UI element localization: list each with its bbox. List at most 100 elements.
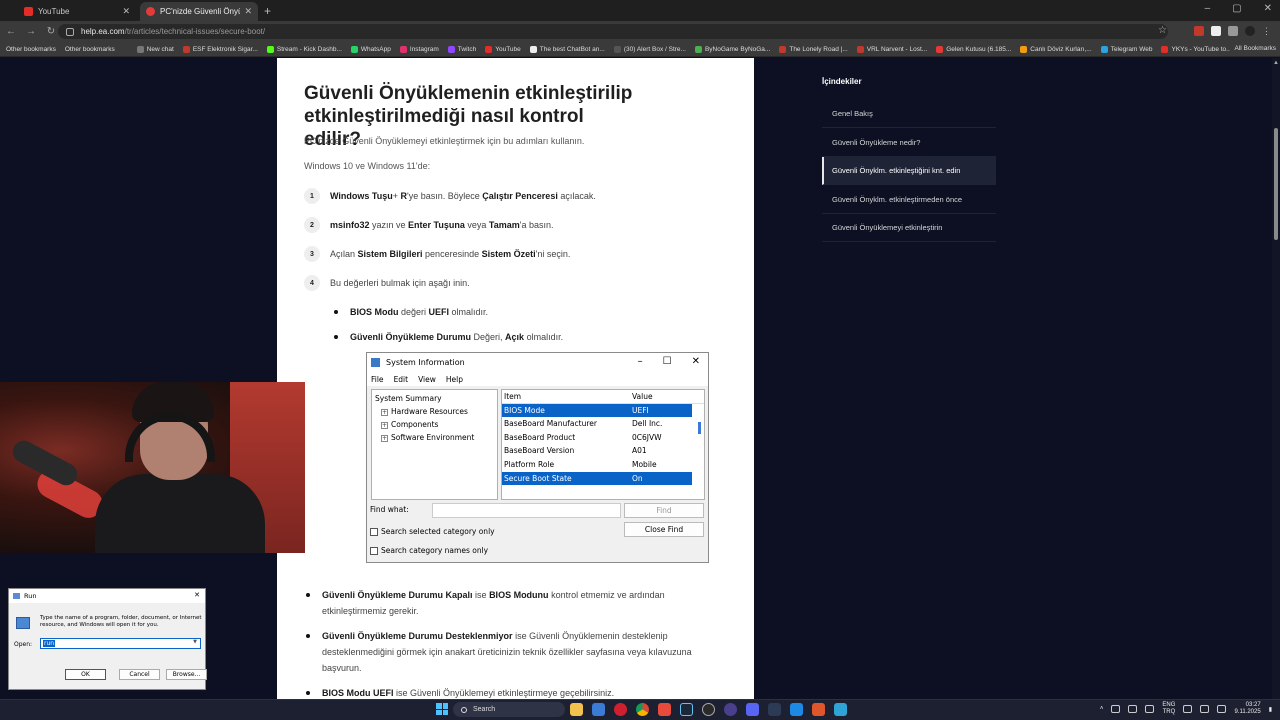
close-icon[interactable]: ✕ — [122, 6, 130, 17]
url-host: help.ea.com — [81, 27, 125, 36]
open-input[interactable]: run ▼ — [40, 638, 201, 649]
tray-icon[interactable] — [1128, 705, 1138, 713]
ok-button[interactable]: OK — [65, 669, 106, 680]
clock[interactable]: 03:27 9.11.2025 — [1234, 702, 1260, 716]
table-row: BaseBoard Product 0C6JVW — [504, 432, 662, 442]
toc-item[interactable]: Güvenli Önyükleme nedir? — [822, 129, 996, 157]
toc-item[interactable]: Genel Bakış — [822, 100, 996, 128]
expand-icon: + — [381, 435, 388, 442]
bookmark-item[interactable]: (30) Alert Box / Stre... — [613, 45, 686, 53]
sysinfo-menubar: File Edit View Help — [367, 372, 708, 386]
extension-icon[interactable] — [1211, 26, 1221, 36]
run-dialog: Run ✕ Type the name of a program, folder… — [8, 588, 207, 690]
battery-icon[interactable] — [1217, 705, 1227, 713]
tray-icon[interactable] — [1145, 705, 1155, 713]
tray-icon[interactable] — [1111, 705, 1121, 713]
window-controls: – ▢ ✕ — [1205, 3, 1272, 14]
bookmark-item[interactable]: The best ChatBot an... — [529, 45, 605, 53]
extension-icon[interactable] — [1194, 26, 1204, 36]
toc-item[interactable]: Güvenli Önyklm. etkinleştiğini knt. edin — [822, 157, 996, 185]
app-icon-active[interactable] — [812, 703, 825, 716]
network-icon[interactable] — [1183, 705, 1193, 713]
app-icon[interactable] — [790, 703, 803, 716]
bookmark-item[interactable]: ByNoGame ByNoGa... — [694, 45, 770, 53]
open-label: Open: — [14, 641, 33, 648]
extensions-puzzle-icon[interactable] — [1228, 26, 1238, 36]
url-field[interactable]: help.ea.com/tr/articles/technical-issues… — [58, 24, 1168, 39]
discord-icon[interactable] — [746, 703, 759, 716]
tab-youtube[interactable]: YouTube ✕ — [18, 2, 136, 21]
app-icon[interactable] — [768, 703, 781, 716]
app-icon[interactable] — [834, 703, 847, 716]
bookmark-item[interactable]: Other bookmarks — [65, 46, 115, 53]
start-button[interactable] — [436, 703, 448, 715]
bookmark-item[interactable]: Instagram — [399, 45, 439, 53]
app-icon[interactable] — [702, 703, 715, 716]
webcam-overlay — [0, 382, 305, 553]
opera-icon[interactable] — [614, 703, 627, 716]
youtube-icon — [24, 7, 33, 16]
bookmark-item[interactable]: The Lonely Road |... — [779, 45, 848, 53]
bookmark-item[interactable]: WhatsApp — [350, 45, 391, 53]
bookmark-item[interactable]: Stream - Kick Dashb... — [266, 45, 342, 53]
bookmark-item[interactable]: Telegram Web — [1100, 45, 1152, 53]
bookmark-item[interactable]: New chat — [136, 45, 174, 53]
bookmark-item[interactable]: VRL Narvent - Lost... — [856, 45, 927, 53]
maximize-icon[interactable]: ▢ — [1232, 3, 1241, 14]
chrome-icon[interactable] — [636, 703, 649, 716]
store-icon[interactable] — [592, 703, 605, 716]
close-window-icon[interactable]: ✕ — [1264, 3, 1272, 14]
bookmark-item[interactable]: Other bookmarks — [6, 46, 56, 53]
bookmark-item[interactable]: Canlı Döviz Kurları,... — [1020, 45, 1092, 53]
tree-software-environment: + Software Environment — [381, 433, 475, 442]
page-scrollbar[interactable]: ▲ — [1272, 58, 1280, 699]
chevron-down-icon[interactable]: ▼ — [193, 639, 197, 645]
tree-components: + Components — [381, 420, 439, 429]
bookmark-item[interactable]: ESF Elektronik Sigar... — [182, 45, 258, 53]
site-info-icon[interactable] — [66, 27, 74, 36]
profile-avatar[interactable] — [1245, 26, 1255, 36]
sysinfo-titlebar: System Information – ☐ ✕ — [367, 353, 708, 372]
cancel-button[interactable]: Cancel — [119, 669, 160, 680]
volume-icon[interactable] — [1200, 705, 1210, 713]
toc-item[interactable]: Güvenli Önyüklemeyi etkinleştirin — [822, 214, 996, 242]
chevron-up-icon[interactable]: ˄ — [1100, 706, 1104, 712]
run-app-icon — [13, 593, 20, 599]
file-explorer-icon[interactable] — [570, 703, 583, 716]
notification-icon[interactable]: ▮ — [1269, 706, 1272, 713]
app-icon[interactable] — [658, 703, 671, 716]
minimize-icon[interactable]: – — [1205, 3, 1211, 14]
bookmark-label: Other bookmarks — [6, 45, 56, 53]
step-number: 2 — [304, 217, 320, 233]
expand-icon: + — [381, 422, 388, 429]
language-indicator[interactable]: ENG TRQ — [1162, 702, 1175, 716]
table-row: Secure Boot State On — [502, 471, 692, 486]
run-titlebar: Run ✕ — [9, 589, 205, 603]
scroll-up-icon[interactable]: ▲ — [1273, 60, 1279, 66]
back-icon[interactable]: ← — [2, 26, 20, 37]
bookmark-label: (30) Alert Box / Stre... — [623, 45, 686, 53]
toc-item[interactable]: Güvenli Önyklm. etkinleştirmeden önce — [822, 186, 996, 214]
menu-kebab-icon[interactable]: ⋮ — [1262, 26, 1272, 36]
forward-icon[interactable]: → — [22, 26, 40, 37]
browse-button[interactable]: Browse... — [166, 669, 207, 680]
os-text: Windows 10 ve Windows 11'de: — [304, 161, 431, 171]
tab-ea-help[interactable]: PC'nizde Güvenli Önyükleme n ✕ — [140, 2, 258, 21]
close-icon[interactable]: ✕ — [244, 6, 252, 17]
bookmark-item[interactable]: Gelen Kutusu (6.185... — [936, 45, 1011, 53]
bookmark-favicon-icon — [350, 45, 358, 53]
bookmark-item[interactable]: YKYs - YouTube to... — [1161, 45, 1232, 53]
taskbar-search[interactable]: Search — [453, 702, 565, 717]
app-icon[interactable] — [724, 703, 737, 716]
new-tab-button[interactable]: + — [264, 4, 271, 21]
steam-icon[interactable] — [680, 703, 693, 716]
bookmark-item[interactable]: YouTube — [485, 45, 521, 53]
all-bookmarks-button[interactable]: All Bookmarks — [1230, 45, 1276, 52]
scrollbar-thumb[interactable] — [1274, 128, 1278, 240]
sub-bullet-secure-boot-state: Güvenli Önyükleme Durumu Değeri, Açık ol… — [334, 329, 563, 345]
close-icon[interactable]: ✕ — [194, 591, 200, 599]
bookmark-favicon-icon — [399, 45, 407, 53]
bookmark-item[interactable]: Twitch — [447, 45, 476, 53]
bookmark-star-icon[interactable]: ☆ — [1158, 25, 1167, 36]
check-category-names: Search category names only — [370, 546, 488, 555]
